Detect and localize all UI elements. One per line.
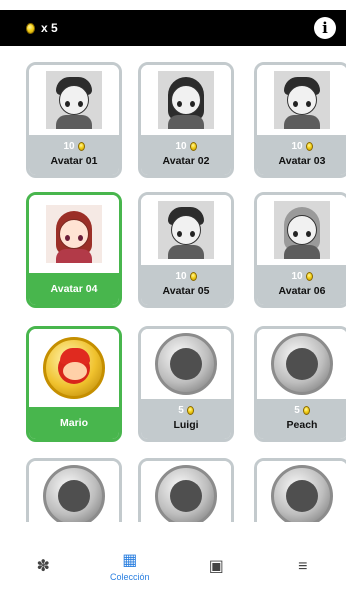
card-name: Avatar 04 bbox=[50, 283, 98, 295]
card-info: 10 Avatar 05 bbox=[141, 265, 231, 305]
card-name: Avatar 02 bbox=[162, 155, 210, 167]
character-medal bbox=[29, 461, 119, 522]
character-card[interactable] bbox=[254, 458, 346, 522]
avatar-card[interactable]: 10 Avatar 05 bbox=[138, 192, 234, 308]
nav-item-album[interactable]: ▣ bbox=[181, 558, 251, 576]
price-tag: 10 bbox=[29, 140, 119, 152]
price-tag: 5 bbox=[141, 404, 231, 416]
avatar-portrait bbox=[29, 195, 119, 273]
coin-icon bbox=[305, 271, 313, 281]
card-name: Mario bbox=[59, 417, 88, 429]
collection-grid[interactable]: 10 Avatar 01 10 Avatar 02 10 Avatar 03 A… bbox=[0, 62, 346, 522]
avatar-portrait bbox=[141, 65, 231, 135]
card-info: 5 Peach bbox=[257, 399, 346, 439]
card-name: Avatar 05 bbox=[162, 285, 210, 297]
card-name: Peach bbox=[286, 419, 318, 431]
card-name: Luigi bbox=[173, 419, 199, 431]
avatar-card[interactable]: 10 Avatar 03 bbox=[254, 62, 346, 178]
character-card[interactable]: 5 Luigi bbox=[138, 326, 234, 442]
card-info: Mario bbox=[29, 407, 119, 439]
top-bar: x 5 i bbox=[0, 10, 346, 46]
card-info: Avatar 04 bbox=[29, 273, 119, 305]
app-screen: x 5 i 10 Avatar 01 10 Avatar 02 10 Avata… bbox=[0, 0, 346, 593]
info-button[interactable]: i bbox=[314, 17, 336, 39]
coin-counter: x 5 bbox=[26, 21, 58, 35]
coin-icon bbox=[77, 141, 85, 151]
avatar-portrait bbox=[29, 65, 119, 135]
bottom-navigation: ✽ ▦ Colección ▣ ≡ bbox=[0, 540, 346, 593]
coin-icon bbox=[189, 271, 197, 281]
card-info: 10 Avatar 01 bbox=[29, 135, 119, 175]
nav-item-puzzle[interactable]: ✽ bbox=[8, 558, 78, 576]
coin-icon bbox=[302, 405, 310, 415]
avatar-card[interactable]: 10 Avatar 02 bbox=[138, 62, 234, 178]
price-tag: 5 bbox=[257, 404, 346, 416]
character-card[interactable] bbox=[26, 458, 122, 522]
card-info: 5 Luigi bbox=[141, 399, 231, 439]
avatar-portrait bbox=[257, 195, 346, 265]
card-info: 10 Avatar 03 bbox=[257, 135, 346, 175]
character-medal bbox=[141, 329, 231, 399]
puzzle-icon: ✽ bbox=[36, 557, 50, 575]
character-card[interactable]: 5 Peach bbox=[254, 326, 346, 442]
coin-icon bbox=[186, 405, 194, 415]
nav-item-menu[interactable]: ≡ bbox=[268, 558, 338, 576]
grid-icon: ▦ bbox=[122, 551, 138, 569]
price-tag: 10 bbox=[141, 270, 231, 282]
avatar-portrait bbox=[141, 195, 231, 265]
coin-icon bbox=[189, 141, 197, 151]
avatar-card[interactable]: 10 Avatar 06 bbox=[254, 192, 346, 308]
album-icon: ▣ bbox=[208, 557, 224, 575]
coin-count-text: x 5 bbox=[41, 21, 58, 35]
character-card-owned[interactable]: Mario bbox=[26, 326, 122, 442]
coin-icon bbox=[26, 22, 35, 34]
card-info: 10 Avatar 02 bbox=[141, 135, 231, 175]
price-tag: 10 bbox=[257, 270, 346, 282]
character-card[interactable] bbox=[138, 458, 234, 522]
character-medal bbox=[141, 461, 231, 522]
card-name: Avatar 03 bbox=[278, 155, 326, 167]
card-info: 10 Avatar 06 bbox=[257, 265, 346, 305]
price-tag: 10 bbox=[141, 140, 231, 152]
avatar-card[interactable]: 10 Avatar 01 bbox=[26, 62, 122, 178]
character-medal bbox=[257, 461, 346, 522]
coin-icon bbox=[305, 141, 313, 151]
avatar-portrait bbox=[257, 65, 346, 135]
card-name: Avatar 06 bbox=[278, 285, 326, 297]
card-name: Avatar 01 bbox=[50, 155, 98, 167]
character-medal bbox=[257, 329, 346, 399]
character-medal bbox=[29, 329, 119, 407]
nav-label: Colección bbox=[109, 571, 150, 582]
menu-icon: ≡ bbox=[298, 557, 308, 575]
nav-item-coleccion[interactable]: ▦ Colección bbox=[95, 552, 165, 582]
price-tag: 10 bbox=[257, 140, 346, 152]
avatar-card-owned[interactable]: Avatar 04 bbox=[26, 192, 122, 308]
